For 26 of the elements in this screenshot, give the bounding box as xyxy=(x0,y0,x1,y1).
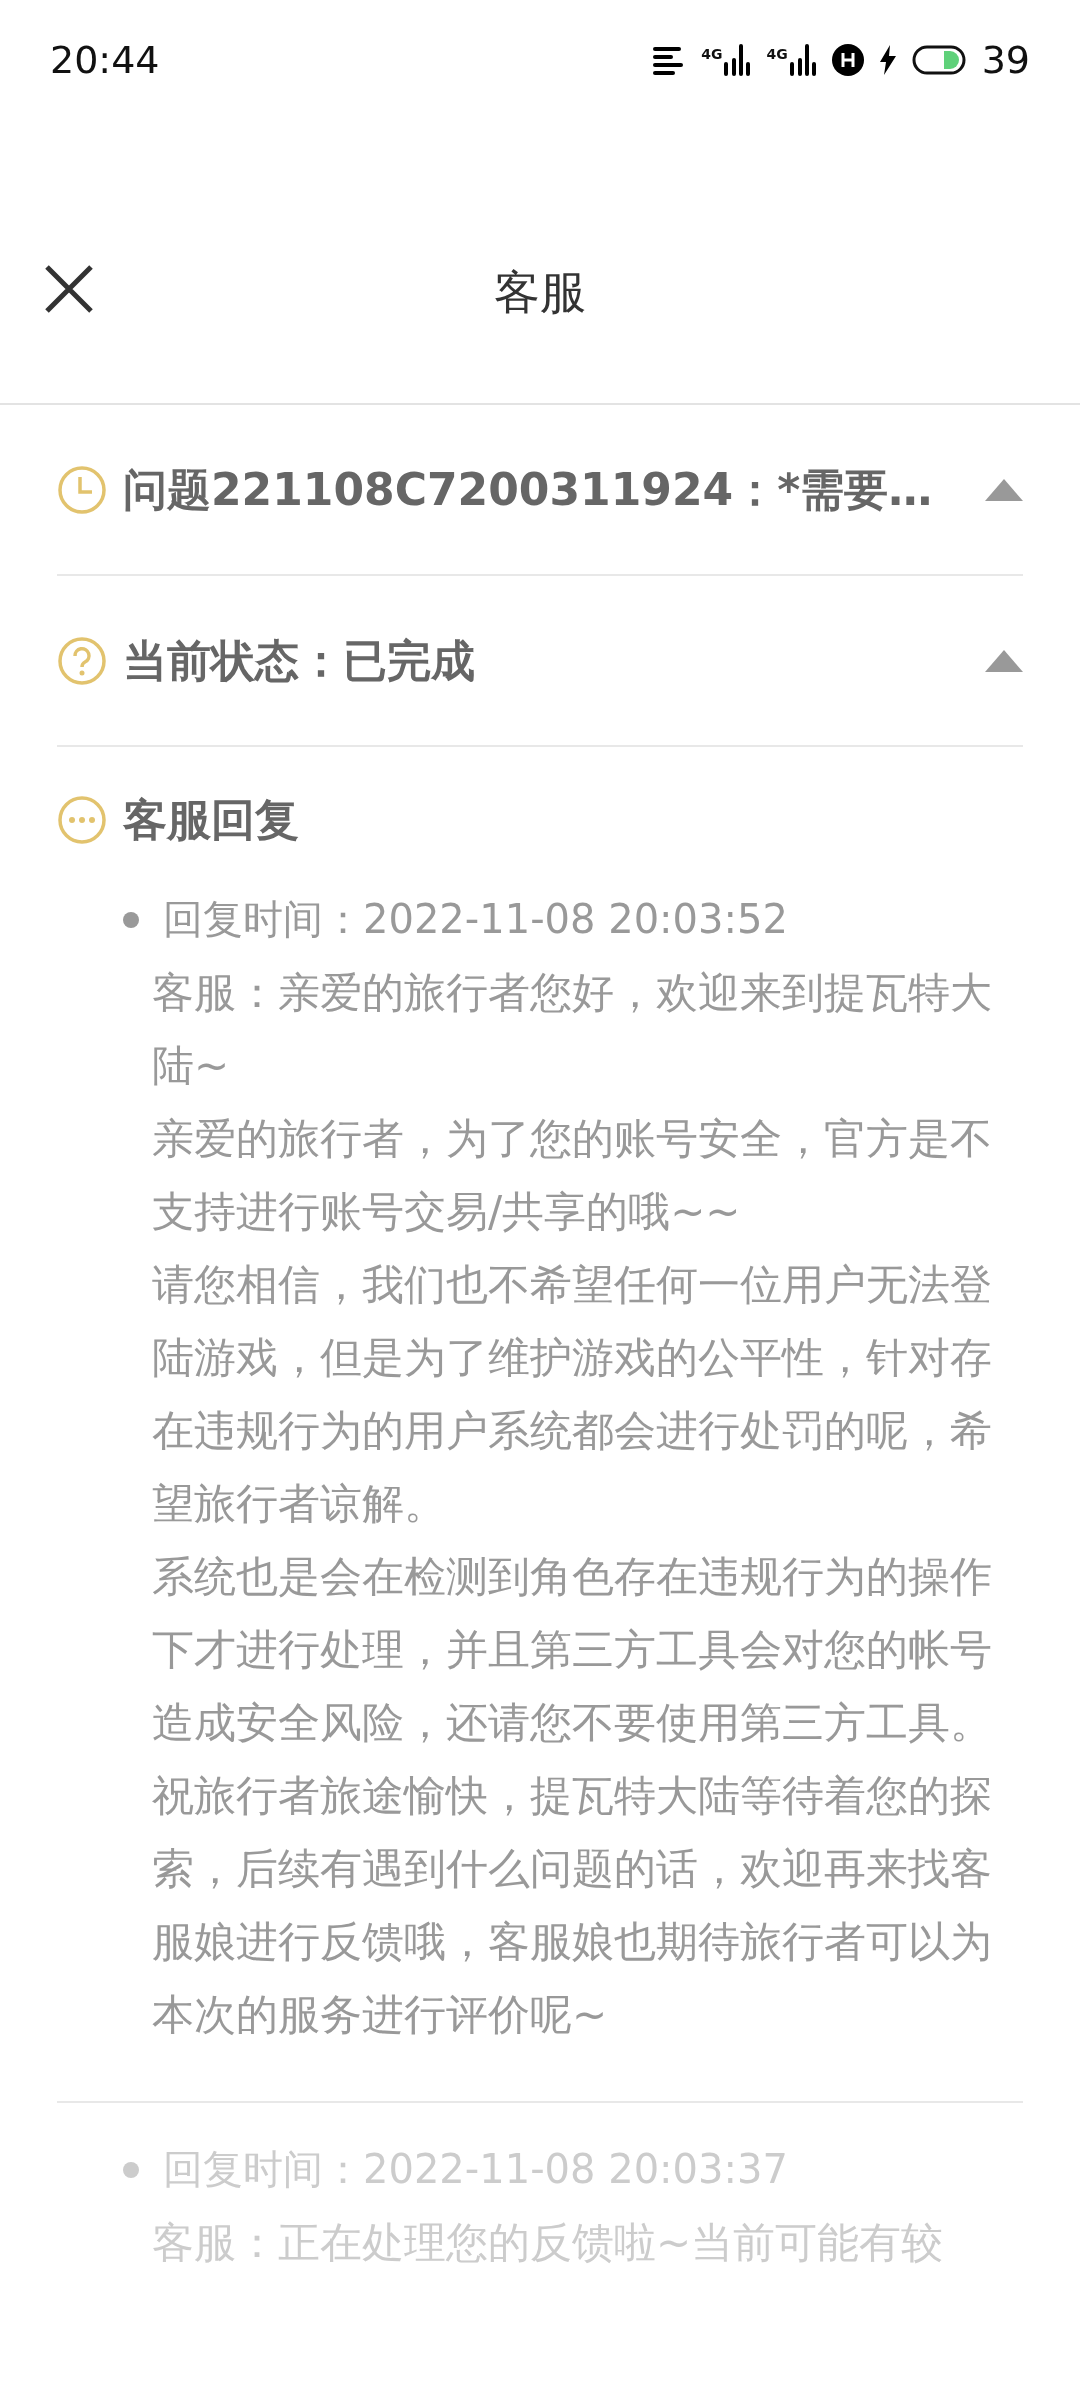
clock-icon xyxy=(57,464,107,515)
row-title: 当前状态：已完成 xyxy=(123,633,476,688)
bullet-dot xyxy=(123,2161,139,2178)
page-title: 客服 xyxy=(494,264,586,321)
chat-dots-icon xyxy=(57,795,107,845)
network-type: 4G xyxy=(701,45,723,64)
signal-icon xyxy=(724,44,751,76)
status-time: 20:44 xyxy=(50,36,160,84)
reply-time: 回复时间：2022-11-08 20:03:52 xyxy=(163,895,788,944)
row-title: 问题221108C7200311924：*需要… xyxy=(123,462,934,517)
close-icon[interactable] xyxy=(44,264,94,314)
reply-text: 祝旅行者旅途愉快，提瓦特大陆等待着您的探索，后续有遇到什么问题的话，欢迎再来找客服娘进行反馈哦，客服娘也期待旅行者可以为本次的服务进行评价呢~ xyxy=(152,1770,993,2041)
battery-percent: 39 xyxy=(981,36,1030,84)
battery-icon xyxy=(911,45,966,75)
notification-icon xyxy=(653,45,686,75)
reply-text: 亲爱的旅行者，为了您的账号安全，官方是不支持进行账号交易/共享的哦~~ xyxy=(152,1113,993,1238)
reply-text: 请您相信，我们也不希望任何一位用户无法登陆游戏，但是为了维护游戏的公平性，针对存在违规行为的用户系统都会进行处罚的呢，希望旅行者谅解。 xyxy=(152,1259,993,1530)
section-title: 客服回复 xyxy=(123,793,299,847)
reply-text: 客服：亲爱的旅行者您好，欢迎来到提瓦特大陆~ xyxy=(152,967,993,1092)
hd-icon xyxy=(831,44,864,76)
question-icon xyxy=(57,635,107,686)
signal-icon xyxy=(789,44,816,76)
network-type: 4G xyxy=(766,45,788,64)
bullet-dot xyxy=(123,911,139,928)
charging-icon xyxy=(879,45,896,75)
reply-text: 系统也是会在检测到角色存在违规行为的操作下才进行处理，并且第三方工具会对您的帐号造成安全风险，还请您不要使用第三方工具。 xyxy=(152,1551,993,1749)
